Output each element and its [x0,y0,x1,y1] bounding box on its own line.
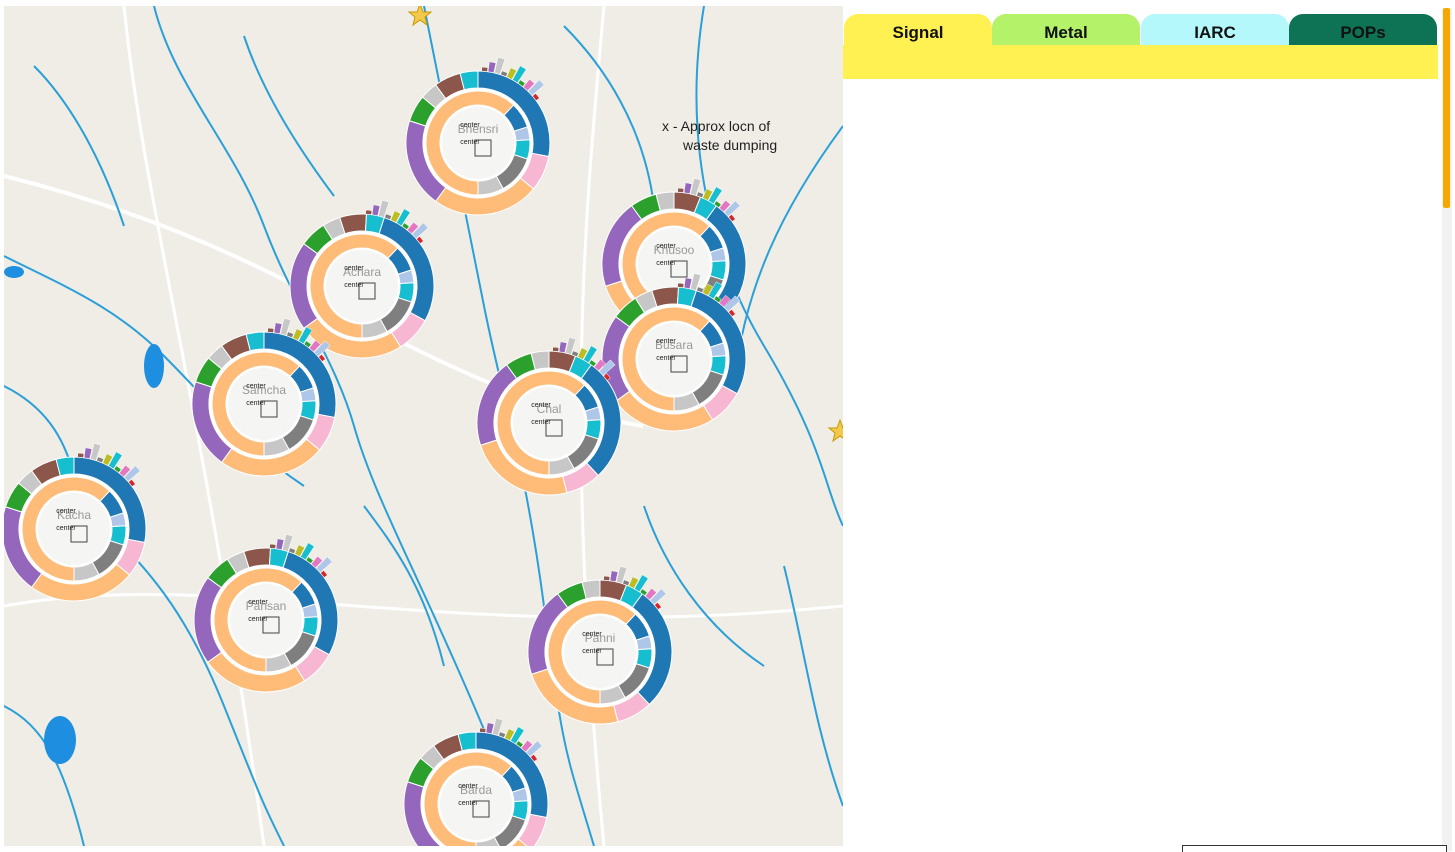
star-icon [827,418,843,443]
spike-segment[interactable] [269,543,277,549]
center-label[interactable]: center [344,265,364,272]
spike-segment[interactable] [603,575,611,581]
sunburst-chart[interactable]: Pannicentercenter [527,566,673,725]
center-label[interactable]: center [56,508,76,515]
outer-segment[interactable] [651,286,680,308]
spike-segment[interactable] [365,209,373,215]
tab-bar: Signal Metal IARC POPs [843,14,1438,45]
spike-segment[interactable] [267,327,275,333]
outer-segment[interactable] [339,213,368,235]
sunburst-chart[interactable]: Samchacentercenter [191,318,337,477]
map[interactable]: Bhensri center center Achara center center Khu… [4,6,843,846]
center-label[interactable]: center [460,122,480,129]
tab-pops[interactable]: POPs [1289,14,1437,45]
sunburst-chart[interactable]: Bhensricentercenter [405,57,551,216]
tab-iarc[interactable]: IARC [1141,14,1289,45]
spike-segment[interactable] [479,727,487,733]
sunburst-chart[interactable]: Acharacentercenter [289,200,435,359]
center-label[interactable]: center [458,783,478,790]
sunburst-chart[interactable]: Bardacentercenter [403,718,549,846]
scrollbar[interactable] [1442,8,1452,851]
active-tab-strip [843,45,1438,79]
spike-segment[interactable] [481,66,489,72]
annotation-line-1: x - Approx locn of [662,118,771,134]
sunburst-chart[interactable]: Pansancentercenter [193,534,339,693]
sunburst-layer[interactable]: BhensricentercenterAcharacentercenterKhu… [4,57,747,846]
tab-metal[interactable]: Metal [992,14,1140,45]
sunburst-chart[interactable]: Chalcentercenter [476,337,622,496]
spike-segment[interactable] [552,346,560,352]
center-label[interactable]: center [248,599,268,606]
center-label[interactable]: center [656,338,676,345]
spike-segment[interactable] [677,187,685,193]
scrollbar-thumb[interactable] [1443,8,1450,208]
center-label[interactable]: center [582,631,602,638]
center-label[interactable]: center [531,402,551,409]
annotation-line-2: waste dumping [683,137,778,153]
tab-signal[interactable]: Signal [844,14,992,45]
side-panel: Signal Metal IARC POPs [843,14,1438,851]
sunburst-chart[interactable]: Kachacentercenter [4,443,147,602]
spike-segment[interactable] [677,282,685,288]
map-annotation: x - Approx locn of waste dumping [662,117,777,155]
center-label[interactable]: center [246,383,266,390]
outer-segment[interactable] [243,547,272,569]
spike-segment[interactable] [77,452,85,458]
center-label[interactable]: center [656,243,676,250]
